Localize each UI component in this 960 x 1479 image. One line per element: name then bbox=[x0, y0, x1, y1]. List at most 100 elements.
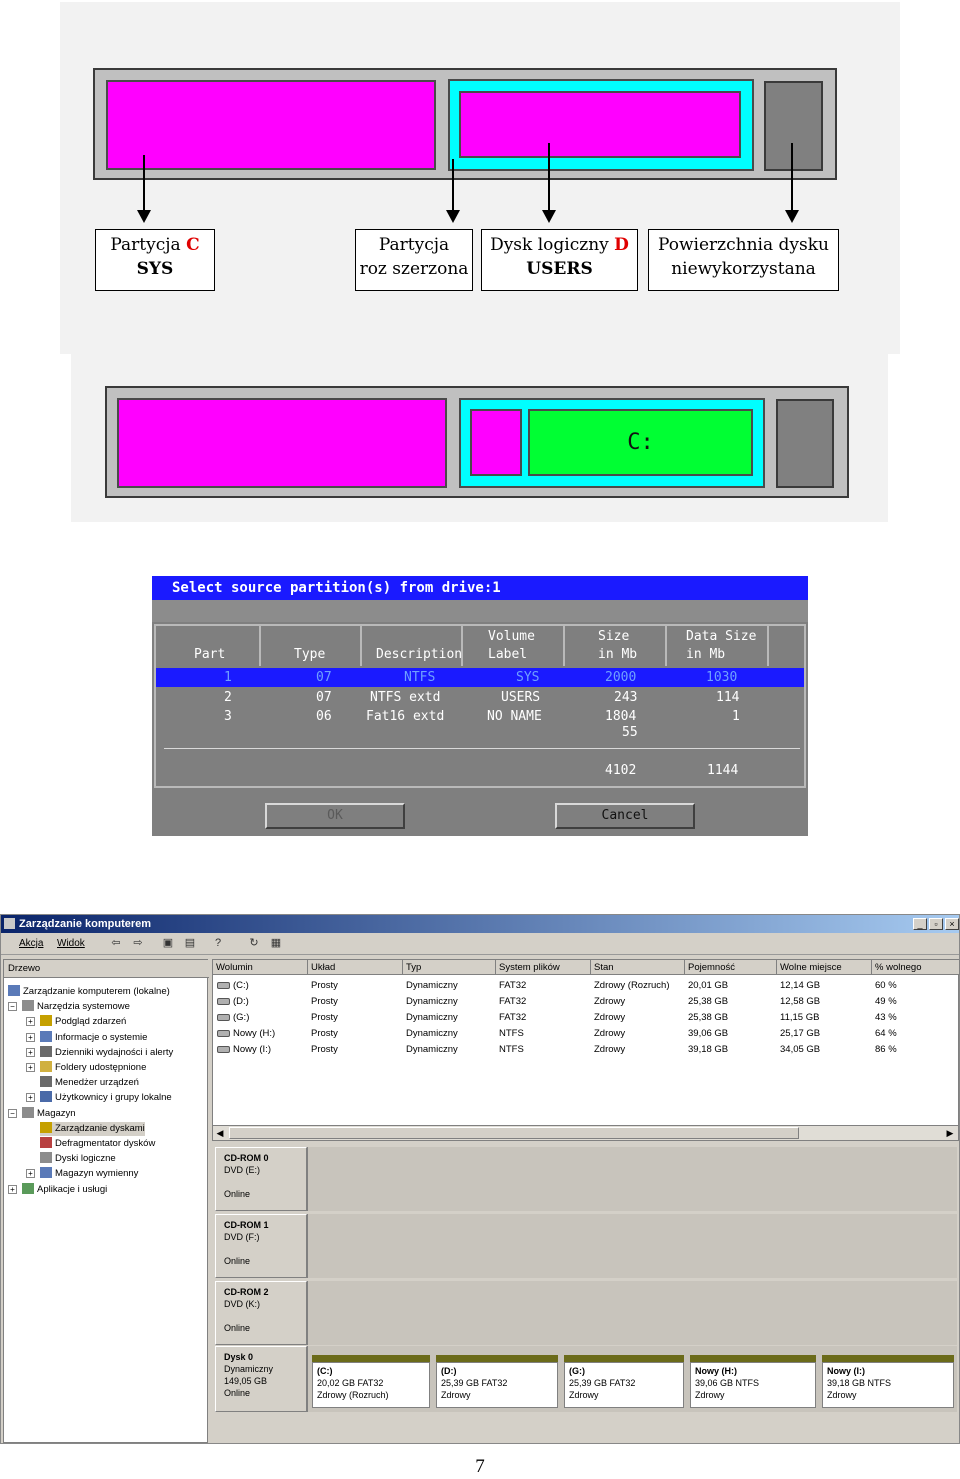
tree-item-label: Foldery udostępnione bbox=[55, 1062, 147, 1073]
minimize-button[interactable]: _ bbox=[913, 918, 927, 930]
help-icon[interactable]: ? bbox=[211, 937, 225, 950]
cdrom-label[interactable]: CD-ROM 2 DVD (K:) Online bbox=[215, 1281, 307, 1345]
menu-akcja[interactable]: Akcja bbox=[19, 933, 43, 955]
partition-table: Part Type Description Volume Label Size … bbox=[154, 624, 806, 788]
partition-info: 25,39 GB FAT32 bbox=[441, 1378, 508, 1388]
expand-toggle[interactable]: + bbox=[26, 1032, 35, 1042]
tree-item[interactable]: Narzędzia systemowe bbox=[22, 1000, 130, 1014]
column-header[interactable]: System plików bbox=[496, 960, 591, 975]
volume-cell: Zdrowy bbox=[594, 1044, 626, 1055]
folder-icon bbox=[40, 1091, 52, 1103]
menu-widok[interactable]: Widok bbox=[57, 933, 85, 955]
volume-cell: 64 % bbox=[875, 1028, 897, 1039]
tree-item[interactable]: Dyski logiczne bbox=[40, 1152, 116, 1166]
volume-cell: 34,05 GB bbox=[780, 1044, 821, 1055]
arrow-line bbox=[452, 159, 454, 211]
column-header[interactable]: Stan bbox=[591, 960, 685, 975]
tree-item-label: Defragmentator dysków bbox=[55, 1138, 156, 1149]
cdrom-label[interactable]: CD-ROM 1 DVD (F:) Online bbox=[215, 1214, 307, 1278]
tree-item-label: Dzienniki wydajności i alerty bbox=[55, 1046, 174, 1058]
partition-block[interactable]: Nowy (H:) 39,06 GB NTFS Zdrowy bbox=[690, 1355, 816, 1408]
column-header[interactable]: Wolumin bbox=[213, 960, 308, 975]
expand-toggle[interactable]: + bbox=[26, 1017, 35, 1027]
expand-toggle[interactable]: + bbox=[8, 1184, 17, 1194]
close-button[interactable]: × bbox=[945, 918, 959, 930]
volume-cell: Prosty bbox=[311, 1044, 338, 1055]
volume-cell: Zdrowy (Rozruch) bbox=[594, 980, 670, 991]
tree-item[interactable]: Podgląd zdarzeń bbox=[40, 1015, 126, 1029]
tree-item[interactable]: Defragmentator dysków bbox=[40, 1137, 155, 1151]
column-header[interactable]: Pojemność bbox=[685, 960, 777, 975]
column-header[interactable]: % wolnego bbox=[872, 960, 960, 975]
volume-name[interactable]: Nowy (H:) bbox=[233, 1026, 275, 1042]
expand-toggle[interactable]: + bbox=[26, 1093, 35, 1103]
column-header[interactable]: Układ bbox=[308, 960, 403, 975]
back-icon[interactable]: ⇦ bbox=[109, 937, 123, 950]
table-row[interactable]: 2 07 NTFS extd USERS 243 114 bbox=[156, 688, 804, 707]
up-folder-icon[interactable]: ▣ bbox=[161, 937, 175, 950]
partition-state: Zdrowy bbox=[441, 1390, 471, 1400]
refresh-icon[interactable]: ↻ bbox=[247, 937, 261, 950]
cancel-button[interactable]: Cancel bbox=[555, 803, 695, 829]
cell-size: 243 bbox=[614, 690, 638, 705]
partition-bar bbox=[564, 1355, 684, 1362]
forward-icon[interactable]: ⇨ bbox=[131, 937, 145, 950]
tree-item[interactable]: Użytkownicy i grupy lokalne bbox=[40, 1091, 172, 1105]
expand-toggle[interactable]: + bbox=[26, 1063, 35, 1072]
tree-item[interactable]: Menedżer urządzeń bbox=[40, 1076, 139, 1090]
horizontal-scrollbar[interactable]: ◀ ▶ bbox=[212, 1125, 959, 1141]
table-row[interactable]: 3 06 Fat16 extd NO NAME 1804 1 bbox=[156, 707, 804, 726]
properties-icon[interactable]: ▦ bbox=[269, 937, 283, 950]
drive-icon bbox=[217, 1030, 230, 1037]
tree-item[interactable]: Aplikacje i usługi bbox=[22, 1182, 107, 1197]
partition-name: Nowy (I:) bbox=[827, 1366, 865, 1376]
disk0-label[interactable]: Dysk 0 Dynamiczny 149,05 GB Online bbox=[215, 1346, 307, 1412]
scroll-left-icon[interactable]: ◀ bbox=[214, 1127, 226, 1139]
volume-name[interactable]: (C:) bbox=[233, 978, 249, 994]
tree-item[interactable]: Foldery udostępnione bbox=[40, 1061, 146, 1075]
tree-pane: Drzewo Zarządzanie komputerem (lokalne) −… bbox=[3, 959, 209, 1443]
partition-block[interactable]: (G:) 25,39 GB FAT32 Zdrowy bbox=[564, 1355, 684, 1408]
folder-icon bbox=[40, 1045, 52, 1057]
disk0-status: Online bbox=[224, 1388, 251, 1398]
scroll-right-icon[interactable]: ▶ bbox=[944, 1127, 956, 1139]
folder-icon bbox=[22, 1000, 34, 1012]
partition-block[interactable]: (C:) 20,02 GB FAT32 Zdrowy (Rozruch) bbox=[312, 1355, 430, 1408]
tree-item[interactable]: Zarządzanie komputerem (lokalne) bbox=[8, 985, 170, 999]
column-header[interactable]: Wolne miejsce bbox=[777, 960, 872, 975]
column-header[interactable]: Typ bbox=[403, 960, 496, 975]
volume-name[interactable]: Nowy (I:) bbox=[233, 1042, 271, 1058]
volume-cell: 49 % bbox=[875, 996, 897, 1007]
partition-state: Zdrowy bbox=[695, 1390, 725, 1400]
ok-button[interactable]: OK bbox=[265, 803, 405, 829]
volume-cell: Dynamiczny bbox=[406, 1044, 458, 1055]
table-row-selected[interactable]: 1 07 NTFS SYS 2000 1030 bbox=[156, 668, 804, 687]
cdrom-label[interactable]: CD-ROM 0 DVD (E:) Online bbox=[215, 1147, 307, 1211]
column-separator bbox=[360, 626, 362, 666]
expand-toggle[interactable]: + bbox=[26, 1169, 35, 1179]
partition-info: 39,18 GB NTFS bbox=[827, 1378, 892, 1388]
volume-name[interactable]: (D:) bbox=[233, 994, 249, 1010]
tree-item[interactable]: Dzienniki wydajności i alerty bbox=[40, 1045, 174, 1060]
expand-toggle[interactable]: + bbox=[26, 1047, 35, 1057]
header-label: Label bbox=[488, 647, 528, 662]
cell-part: 1 bbox=[224, 670, 232, 685]
disk0-area: (C:) 20,02 GB FAT32 Zdrowy (Rozruch) (D:) 25… bbox=[307, 1346, 957, 1412]
scroll-thumb[interactable] bbox=[229, 1127, 799, 1139]
volume-name[interactable]: (G:) bbox=[233, 1010, 249, 1026]
volume-cell: 12,14 GB bbox=[780, 980, 821, 991]
show-tree-icon[interactable]: ▤ bbox=[183, 937, 197, 950]
partition-block[interactable]: (D:) 25,39 GB FAT32 Zdrowy bbox=[436, 1355, 558, 1408]
volume-list: Wolumin Układ Typ System plików Stan Pojemnoś… bbox=[212, 959, 960, 1127]
partition-block[interactable]: Nowy (I:) 39,18 GB NTFS Zdrowy bbox=[822, 1355, 954, 1408]
tree-item[interactable]: Informacje o systemie bbox=[40, 1030, 147, 1045]
header-type: Type bbox=[294, 647, 326, 662]
restore-button[interactable]: ▫ bbox=[929, 918, 943, 930]
expand-toggle[interactable]: − bbox=[8, 1108, 17, 1118]
tree-item[interactable]: Magazyn wymienny bbox=[40, 1167, 138, 1181]
expand-toggle[interactable]: − bbox=[8, 1002, 17, 1012]
folder-icon bbox=[40, 1137, 52, 1148]
tree-item[interactable]: Zarządzanie dyskami bbox=[40, 1121, 145, 1136]
tree-item[interactable]: Magazyn bbox=[22, 1106, 76, 1121]
header-data-size: Data Size bbox=[686, 629, 757, 644]
